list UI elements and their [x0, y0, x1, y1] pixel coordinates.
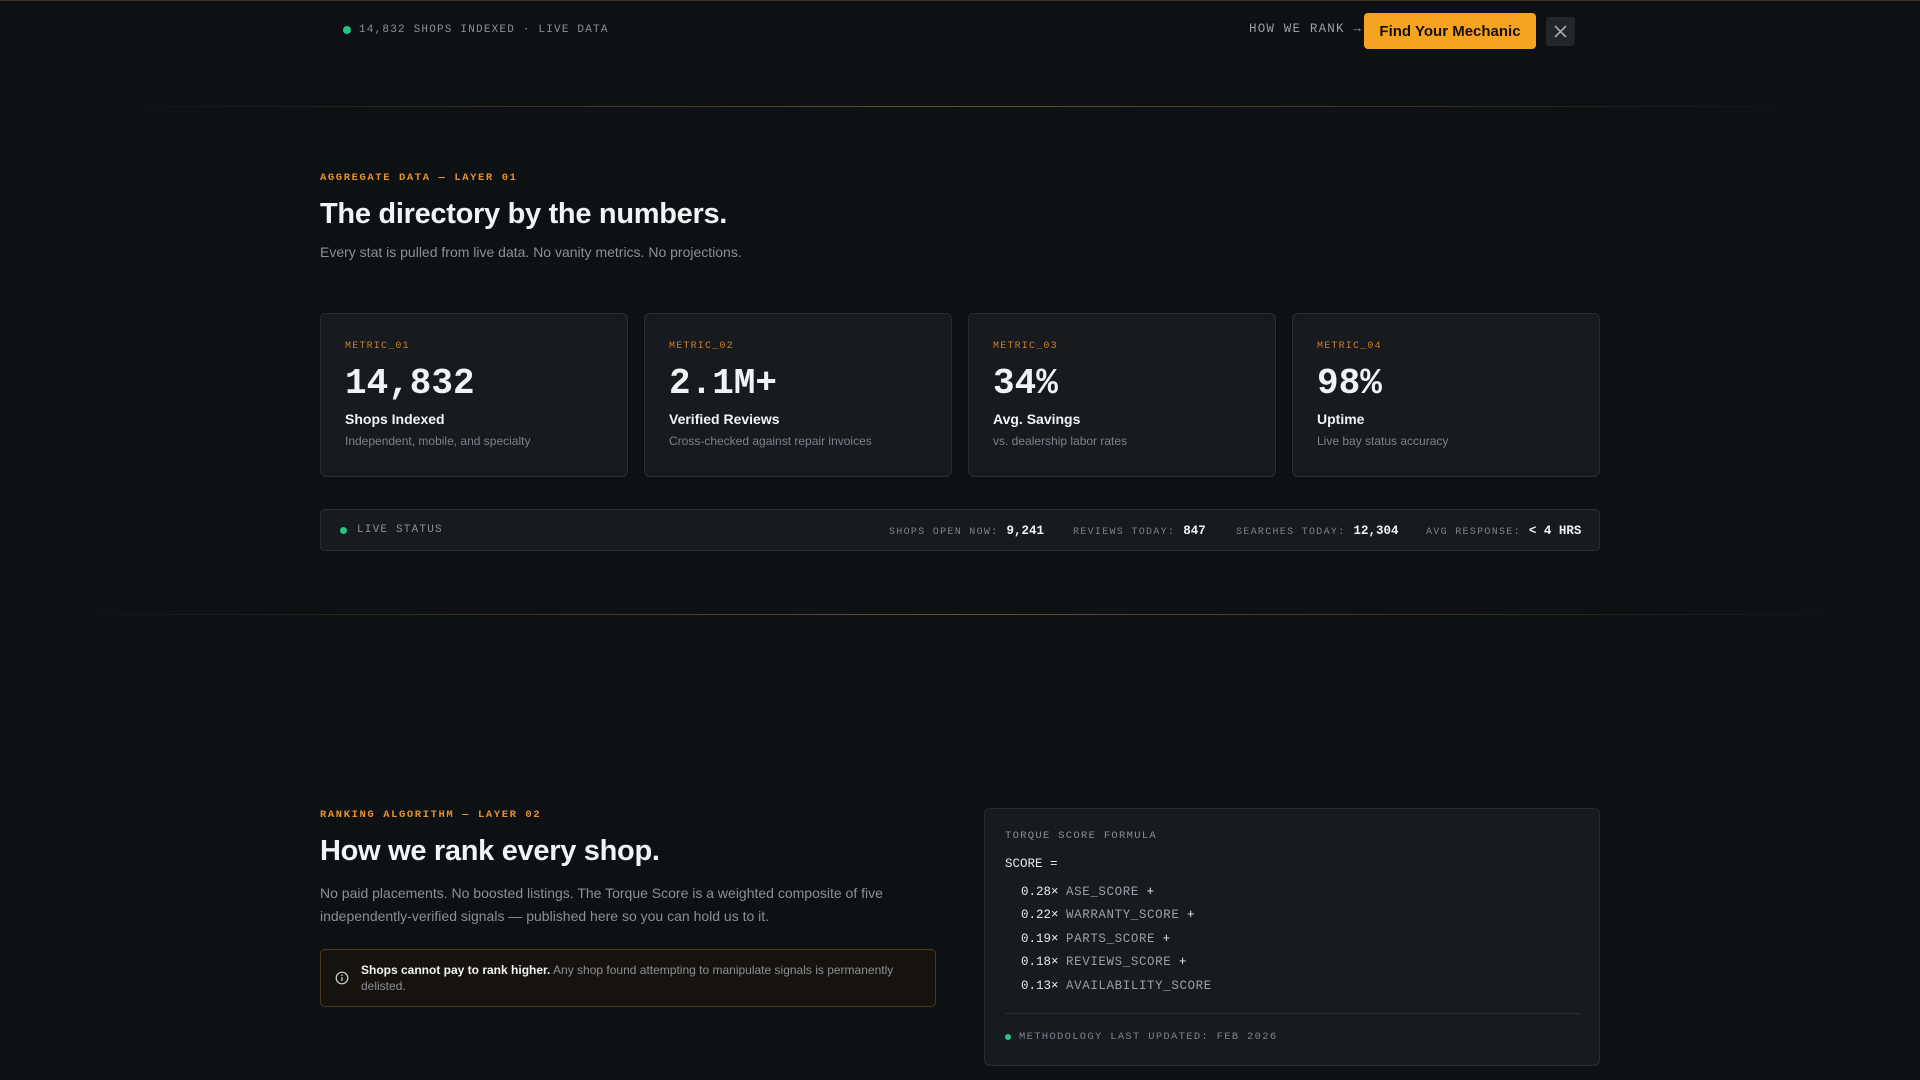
metric-value: 14,832 — [345, 363, 475, 404]
formula-operator: + — [1162, 932, 1171, 946]
metric-card-uptime: METRIC_04 98% Uptime Live bay status acc… — [1292, 313, 1600, 477]
ranking-lead-line-1: No paid placements. No boosted listings.… — [320, 885, 883, 901]
live-indicator: 14,832 SHOPS INDEXED · LIVE DATA — [343, 24, 609, 36]
metric-label: METRIC_02 — [669, 341, 734, 352]
formula-weight: 0.13× — [1021, 979, 1059, 993]
stat-value: 847 — [1183, 524, 1206, 538]
live-dot-icon — [343, 26, 351, 34]
formula-title: TORQUE SCORE FORMULA — [1005, 830, 1158, 842]
formula-row: 0.28× ASE_SCORE + — [1021, 885, 1154, 899]
stat-key: SEARCHES TODAY: — [1236, 527, 1346, 538]
formula-row: 0.22× WARRANTY_SCORE + — [1021, 908, 1194, 922]
stat-value: 9,241 — [1006, 524, 1045, 538]
no-pay-notice: Shops cannot pay to rank higher. Any sho… — [320, 949, 936, 1007]
section-divider-middle — [60, 614, 1860, 615]
metric-description: Cross-checked against repair invoices — [669, 434, 872, 448]
metric-label: METRIC_01 — [345, 341, 410, 352]
metric-title: Verified Reviews — [669, 411, 780, 427]
methodology-dot-icon — [1005, 1034, 1011, 1040]
stat-value: < 4 HRS — [1528, 524, 1582, 538]
close-icon — [1554, 25, 1567, 38]
aggregate-eyebrow: AGGREGATE DATA — LAYER 01 — [320, 172, 518, 184]
notice-bold: Shops cannot pay to rank higher. — [361, 963, 551, 977]
live-status-bar: LIVE STATUS SHOPS OPEN NOW: 9,241 REVIEW… — [320, 509, 1600, 551]
formula-operator: + — [1178, 955, 1187, 969]
formula-operator: + — [1146, 885, 1154, 899]
find-your-mechanic-button[interactable]: Find Your Mechanic — [1364, 13, 1536, 49]
formula-operator: + — [1186, 908, 1195, 922]
ranking-lead: No paid placements. No boosted listings.… — [320, 882, 940, 928]
metric-title: Uptime — [1317, 411, 1365, 427]
metric-card-avg-savings: METRIC_03 34% Avg. Savings vs. dealershi… — [968, 313, 1276, 477]
stat-value: 12,304 — [1353, 524, 1399, 538]
formula-weight: 0.18× — [1021, 955, 1059, 969]
info-icon — [335, 971, 349, 985]
torque-score-formula-card: TORQUE SCORE FORMULA SCORE = 0.28× ASE_S… — [984, 808, 1600, 1066]
formula-separator — [1005, 1013, 1581, 1014]
formula-weight: 0.19× — [1021, 932, 1059, 946]
metric-description: Independent, mobile, and specialty — [345, 434, 531, 448]
metric-label: METRIC_04 — [1317, 341, 1382, 352]
ranking-eyebrow: RANKING ALGORITHM — LAYER 02 — [320, 809, 542, 821]
ranking-lead-line-2: independently-verified signals — publish… — [320, 908, 770, 924]
top-bar: 14,832 SHOPS INDEXED · LIVE DATA HOW WE … — [0, 0, 1920, 62]
metric-description: Live bay status accuracy — [1317, 434, 1449, 448]
formula-signal: REVIEWS_SCORE — [1066, 955, 1172, 969]
stat-shops-open-now: SHOPS OPEN NOW: 9,241 — [889, 524, 1044, 538]
formula-score-label: SCORE = — [1005, 857, 1058, 871]
metric-title: Shops Indexed — [345, 411, 445, 427]
metric-card-shops-indexed: METRIC_01 14,832 Shops Indexed Independe… — [320, 313, 628, 477]
formula-signal: AVAILABILITY_SCORE — [1066, 979, 1212, 993]
live-status-label-group: LIVE STATUS — [340, 524, 443, 536]
stat-searches-today: SEARCHES TODAY: 12,304 — [1236, 524, 1399, 538]
methodology-footer: METHODOLOGY LAST UPDATED: FEB 2026 — [1005, 1031, 1277, 1043]
aggregate-title: The directory by the numbers. — [320, 198, 728, 230]
formula-signal: PARTS_SCORE — [1066, 932, 1156, 946]
stat-key: SHOPS OPEN NOW: — [889, 527, 999, 538]
section-divider-top — [110, 106, 1810, 107]
metric-description: vs. dealership labor rates — [993, 434, 1128, 448]
stat-key: REVIEWS TODAY: — [1073, 527, 1176, 538]
status-dot-icon — [340, 526, 347, 534]
live-status-label: LIVE STATUS — [357, 524, 443, 536]
how-we-rank-link[interactable]: HOW WE RANK → — [1249, 22, 1362, 36]
formula-row: 0.13× AVAILABILITY_SCORE — [1021, 979, 1212, 993]
metric-label: METRIC_03 — [993, 341, 1058, 352]
formula-signal: ASE_SCORE — [1066, 885, 1139, 899]
stat-key: AVG RESPONSE: — [1426, 527, 1521, 538]
methodology-updated: METHODOLOGY LAST UPDATED: FEB 2026 — [1019, 1031, 1278, 1043]
notice-text: Shops cannot pay to rank higher. Any sho… — [361, 962, 921, 994]
live-indicator-text: 14,832 SHOPS INDEXED · LIVE DATA — [359, 24, 609, 36]
metric-title: Avg. Savings — [993, 411, 1081, 427]
aggregate-subtitle: Every stat is pulled from live data. No … — [320, 244, 742, 260]
close-button[interactable] — [1546, 17, 1575, 46]
metric-card-verified-reviews: METRIC_02 2.1M+ Verified Reviews Cross-c… — [644, 313, 952, 477]
stat-reviews-today: REVIEWS TODAY: 847 — [1073, 524, 1206, 538]
formula-row: 0.19× PARTS_SCORE + — [1021, 932, 1170, 946]
ranking-title: How we rank every shop. — [320, 835, 660, 867]
formula-signal: WARRANTY_SCORE — [1066, 908, 1180, 922]
formula-row: 0.18× REVIEWS_SCORE + — [1021, 955, 1186, 969]
formula-weight: 0.22× — [1021, 908, 1059, 922]
formula-weight: 0.28× — [1021, 885, 1059, 899]
stat-avg-response: AVG RESPONSE: < 4 HRS — [1426, 524, 1581, 538]
metric-value: 2.1M+ — [669, 363, 778, 404]
metric-value: 34% — [993, 363, 1058, 404]
metric-value: 98% — [1317, 363, 1382, 404]
